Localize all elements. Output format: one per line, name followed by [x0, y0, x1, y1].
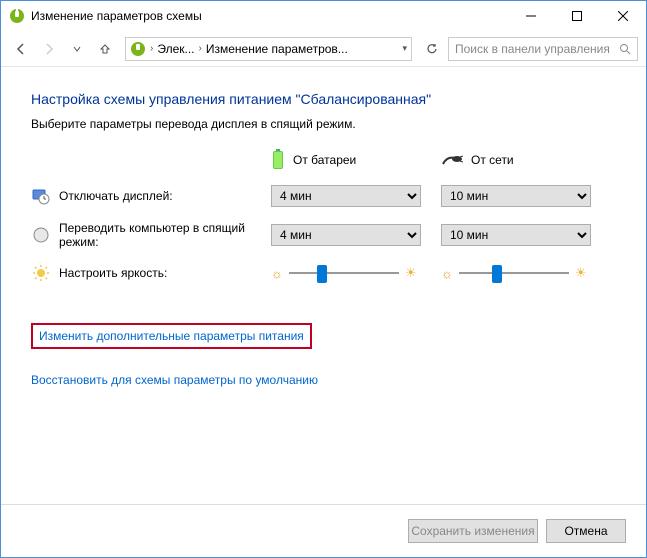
sun-icon — [31, 264, 51, 282]
row-brightness-label: Настроить яркость: — [59, 266, 167, 280]
search-placeholder: Поиск в панели управления — [455, 42, 619, 56]
up-button[interactable] — [93, 37, 117, 61]
slider-track[interactable] — [459, 263, 569, 283]
page-subtext: Выберите параметры перевода дисплея в сп… — [31, 117, 616, 131]
slider-track[interactable] — [289, 263, 399, 283]
chevron-right-icon: › — [150, 43, 153, 54]
sun-bright-icon: ☀ — [405, 265, 417, 281]
moon-icon — [31, 227, 51, 243]
page-heading: Настройка схемы управления питанием "Сба… — [31, 91, 616, 107]
sun-bright-icon: ☀ — [575, 265, 587, 281]
chevron-down-icon[interactable]: ▾ — [402, 43, 407, 54]
column-label-battery: От батареи — [293, 153, 356, 167]
power-options-icon — [9, 8, 25, 24]
refresh-button[interactable] — [420, 37, 444, 61]
sleep-plugged-select[interactable]: 10 мин — [441, 224, 591, 246]
settings-grid: От батареи От сети Отключать дисплей: 4 … — [31, 149, 616, 283]
sleep-battery-select[interactable]: 4 мин — [271, 224, 421, 246]
breadcrumb-item-1[interactable]: Элек... — [157, 42, 194, 56]
cancel-button[interactable]: Отмена — [546, 519, 626, 543]
brightness-battery-slider[interactable]: ☼ ☀ — [271, 263, 441, 283]
column-header-battery: От батареи — [271, 149, 441, 171]
save-button[interactable]: Сохранить изменения — [408, 519, 538, 543]
chevron-right-icon: › — [199, 43, 202, 54]
plug-icon — [441, 152, 463, 168]
titlebar: Изменение параметров схемы — [1, 1, 646, 31]
monitor-clock-icon — [31, 187, 51, 205]
restore-defaults-link[interactable]: Восстановить для схемы параметры по умол… — [31, 373, 318, 387]
forward-button[interactable] — [37, 37, 61, 61]
content-area: Настройка схемы управления питанием "Сба… — [1, 67, 646, 504]
maximize-button[interactable] — [554, 1, 600, 31]
minimize-button[interactable] — [508, 1, 554, 31]
slider-thumb[interactable] — [492, 265, 502, 283]
row-sleep-label: Переводить компьютер в спящий режим: — [59, 221, 259, 249]
back-button[interactable] — [9, 37, 33, 61]
battery-icon — [271, 149, 285, 171]
search-icon — [619, 43, 631, 55]
column-label-plugged: От сети — [471, 153, 514, 167]
row-brightness: Настроить яркость: — [31, 264, 271, 282]
close-button[interactable] — [600, 1, 646, 31]
links-section: Изменить дополнительные параметры питани… — [31, 323, 616, 387]
column-header-plugged: От сети — [441, 152, 611, 168]
control-panel-icon — [130, 41, 146, 57]
row-display-off-label: Отключать дисплей: — [59, 189, 173, 203]
change-advanced-link[interactable]: Изменить дополнительные параметры питани… — [31, 323, 312, 349]
search-input[interactable]: Поиск в панели управления — [448, 37, 638, 61]
sun-dim-icon: ☼ — [441, 266, 453, 281]
row-sleep: Переводить компьютер в спящий режим: — [31, 221, 271, 249]
breadcrumb-item-2[interactable]: Изменение параметров... — [206, 42, 348, 56]
recent-locations-button[interactable] — [65, 37, 89, 61]
navbar: › Элек... › Изменение параметров... ▾ По… — [1, 31, 646, 67]
row-display-off: Отключать дисплей: — [31, 187, 271, 205]
display-off-plugged-select[interactable]: 10 мин — [441, 185, 591, 207]
window-frame: Изменение параметров схемы › Эл — [0, 0, 647, 558]
breadcrumb[interactable]: › Элек... › Изменение параметров... ▾ — [125, 37, 412, 61]
display-off-battery-select[interactable]: 4 мин — [271, 185, 421, 207]
window-title: Изменение параметров схемы — [31, 9, 508, 23]
footer: Сохранить изменения Отмена — [1, 504, 646, 557]
sun-dim-icon: ☼ — [271, 266, 283, 281]
slider-thumb[interactable] — [317, 265, 327, 283]
brightness-plugged-slider[interactable]: ☼ ☀ — [441, 263, 611, 283]
